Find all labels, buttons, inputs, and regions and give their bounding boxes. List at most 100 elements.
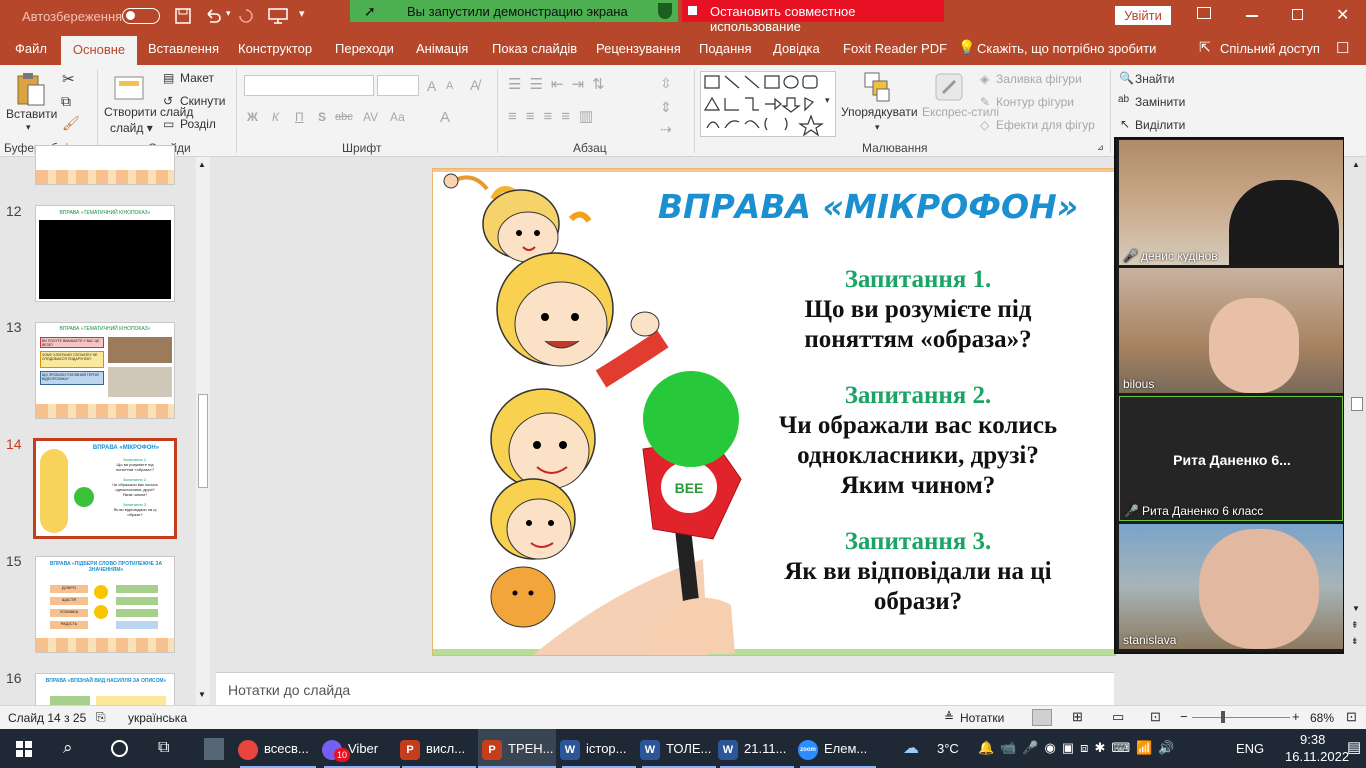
tab-help[interactable]: Довідка bbox=[773, 41, 820, 56]
participant-tile-active[interactable]: Рита Даненко 6... 🎤 Рита Даненко 6 класс bbox=[1119, 396, 1343, 521]
zoom-out-icon[interactable]: − bbox=[1180, 709, 1188, 724]
zoom-slider-thumb[interactable] bbox=[1221, 711, 1225, 723]
thumbnail-slide-11[interactable] bbox=[35, 145, 175, 185]
replace-button[interactable]: Замінити bbox=[1135, 95, 1185, 109]
restore-icon[interactable] bbox=[1292, 9, 1303, 20]
participant-tile[interactable]: stanislava bbox=[1119, 524, 1343, 649]
slideshow-view-icon[interactable]: ⊡ bbox=[1150, 709, 1161, 725]
scroll-up-icon[interactable]: ▲ bbox=[198, 160, 206, 169]
shape-effects-button[interactable]: Ефекти для фігур bbox=[996, 118, 1095, 132]
thumbnail-slide-12[interactable]: ВПРАВА «ТЕМАТИЧНИЙ КІНОПОКАЗ» bbox=[35, 205, 175, 302]
scroll-up-icon[interactable]: ▲ bbox=[1352, 160, 1360, 169]
stop-share-button[interactable]: Остановить совместное использование bbox=[682, 0, 944, 34]
quick-styles-icon[interactable] bbox=[933, 71, 965, 103]
clock-time[interactable]: 9:38 bbox=[1300, 732, 1325, 747]
thumbnail-slide-13[interactable]: ВПРАВА «ТЕМАТИЧНИЙ КІНОПОКАЗ» ВИ ПОЧУТЕ … bbox=[35, 322, 175, 419]
redo-icon[interactable] bbox=[238, 8, 254, 24]
tab-animations[interactable]: Анімація bbox=[416, 41, 468, 56]
tab-foxit[interactable]: Foxit Reader PDF bbox=[843, 41, 947, 56]
tell-me-search[interactable]: Скажіть, що потрібно зробити bbox=[977, 41, 1156, 56]
task-view-icon[interactable]: ⧉ bbox=[158, 739, 169, 757]
font-size-box[interactable] bbox=[377, 75, 419, 96]
slide-title[interactable]: ВПРАВА «МІКРОФОН» bbox=[633, 187, 1103, 226]
shrink-font-icon[interactable]: A bbox=[446, 80, 453, 92]
taskbar-chrome[interactable]: всесв... bbox=[238, 729, 318, 768]
notes-button[interactable]: Нотатки bbox=[960, 711, 1004, 725]
clear-format-icon[interactable]: A̸ bbox=[470, 77, 479, 93]
list-buttons[interactable]: ☰☰⇤⇥⇅ bbox=[508, 75, 613, 93]
notifications-icon[interactable]: ▤ bbox=[1347, 738, 1361, 756]
share-button[interactable]: Спільний доступ bbox=[1220, 41, 1320, 56]
participant-tile[interactable]: bilous bbox=[1119, 268, 1343, 393]
strike-button[interactable]: abc bbox=[335, 111, 353, 123]
zoom-slider[interactable] bbox=[1192, 717, 1290, 718]
cut-icon[interactable]: ✂ bbox=[62, 70, 75, 88]
paste-dropdown-icon[interactable]: ▾ bbox=[26, 122, 31, 133]
customize-toolbar-icon[interactable]: ▾ bbox=[299, 7, 305, 20]
scroll-down-icon[interactable]: ▼ bbox=[198, 690, 206, 699]
comments-icon[interactable]: ☐ bbox=[1336, 39, 1349, 57]
slide-scroll-thumb[interactable] bbox=[1351, 397, 1363, 411]
paste-label[interactable]: Вставити bbox=[6, 107, 57, 121]
tab-file[interactable]: Файл bbox=[15, 41, 47, 56]
italic-button[interactable]: К bbox=[272, 110, 279, 124]
slide-sorter-icon[interactable]: ⊞ bbox=[1072, 709, 1083, 725]
tab-review[interactable]: Рецензування bbox=[596, 41, 681, 56]
copy-icon[interactable]: ⧉ bbox=[61, 93, 71, 110]
language-indicator[interactable]: українська bbox=[128, 711, 187, 725]
tab-insert[interactable]: Вставлення bbox=[148, 41, 219, 56]
reading-view-icon[interactable]: ▭ bbox=[1112, 709, 1124, 725]
taskbar-zoom[interactable]: zoom Елем... bbox=[798, 729, 878, 768]
font-name-box[interactable] bbox=[244, 75, 374, 96]
find-button[interactable]: Знайти bbox=[1135, 72, 1174, 86]
tab-view[interactable]: Подання bbox=[699, 41, 752, 56]
arrange-dropdown-icon[interactable]: ▾ bbox=[875, 122, 880, 133]
format-painter-icon[interactable]: 🖌 bbox=[62, 115, 80, 132]
search-icon[interactable]: ⌕ bbox=[63, 738, 73, 758]
close-icon[interactable]: ✕ bbox=[1336, 5, 1349, 25]
section-button[interactable]: Розділ bbox=[180, 117, 216, 131]
taskbar-word-2[interactable]: W ТОЛЕ... bbox=[640, 729, 718, 768]
input-language[interactable]: ENG bbox=[1236, 741, 1264, 756]
tab-transitions[interactable]: Переходи bbox=[335, 41, 394, 56]
previous-slide-icon[interactable]: ⇞ bbox=[1351, 620, 1359, 631]
tab-slideshow[interactable]: Показ слайдів bbox=[492, 41, 577, 56]
new-slide-icon[interactable] bbox=[113, 71, 145, 101]
arrange-label[interactable]: Упорядкувати bbox=[841, 105, 918, 119]
notes-pane[interactable]: Нотатки до слайда bbox=[216, 672, 1114, 705]
weather-temp[interactable]: 3°C bbox=[937, 741, 959, 756]
normal-view-icon[interactable] bbox=[1032, 709, 1052, 726]
fit-slide-icon[interactable]: ⊡ bbox=[1346, 709, 1357, 725]
select-button[interactable]: Виділити bbox=[1135, 118, 1185, 132]
undo-icon[interactable] bbox=[204, 8, 222, 24]
weather-icon[interactable]: ☁ bbox=[903, 738, 919, 758]
align-text-icon[interactable]: ⇕ bbox=[660, 99, 672, 116]
taskbar-word-1[interactable]: Wістор... bbox=[560, 729, 638, 768]
zoom-in-icon[interactable]: + bbox=[1292, 709, 1300, 724]
underline-button[interactable]: П bbox=[295, 110, 304, 124]
shapes-more-icon[interactable]: ▾ bbox=[825, 95, 830, 106]
autosave-toggle[interactable] bbox=[122, 8, 160, 24]
drawing-launcher-icon[interactable]: ⊿ bbox=[1097, 143, 1104, 152]
char-spacing-icon[interactable]: AV bbox=[363, 110, 378, 124]
grow-font-icon[interactable]: A bbox=[427, 78, 436, 94]
align-buttons[interactable]: ≡≡≡≡▥ bbox=[508, 107, 602, 125]
tab-home[interactable]: Основне bbox=[61, 36, 137, 65]
arrange-icon[interactable] bbox=[863, 71, 893, 103]
taskbar-powerpoint-active[interactable]: P ТРЕН... bbox=[478, 729, 556, 768]
shape-fill-button[interactable]: Заливка фігури bbox=[996, 72, 1082, 86]
save-icon[interactable] bbox=[175, 8, 191, 24]
font-color-icon[interactable]: A bbox=[440, 109, 450, 126]
spelling-icon[interactable]: ⎘ bbox=[96, 710, 106, 725]
participant-tile[interactable]: 🎤 денис кудінов bbox=[1119, 140, 1343, 265]
calculator-icon[interactable] bbox=[204, 738, 224, 760]
clock-date[interactable]: 16.11.2022 bbox=[1285, 749, 1349, 764]
taskbar-powerpoint-1[interactable]: Pвисл... bbox=[400, 729, 478, 768]
thumbnail-slide-14-selected[interactable]: ВПРАВА «МІКРОФОН» Запитання 1. Що ви розу… bbox=[33, 438, 177, 539]
shape-outline-button[interactable]: Контур фігури bbox=[996, 95, 1074, 109]
windows-start-icon[interactable] bbox=[16, 741, 32, 757]
reset-button[interactable]: Скинути bbox=[180, 94, 225, 108]
thumbnail-scrollbar[interactable]: ▲ ▼ bbox=[196, 157, 210, 705]
taskbar-viber[interactable]: Viber 10 bbox=[322, 729, 402, 768]
current-slide[interactable]: ВЕЕ ВПРАВА «МІКРОФОН» Запитання 1. Що ви… bbox=[432, 168, 1116, 656]
